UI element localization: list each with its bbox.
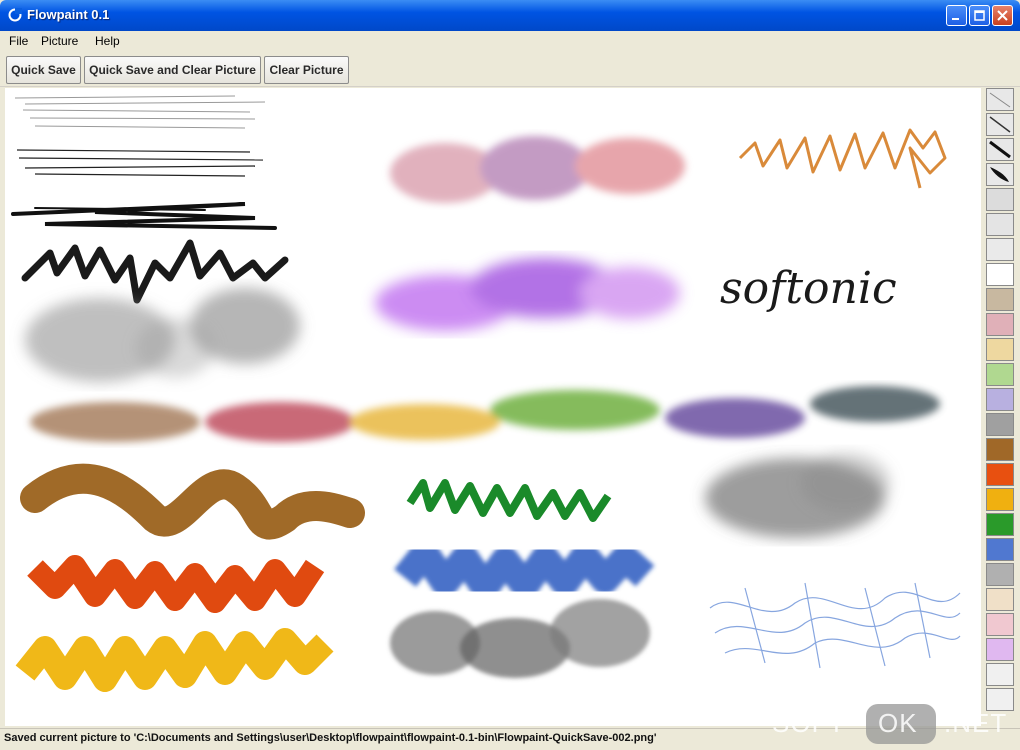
- blue-thread-stroke: [709, 582, 961, 669]
- red-orange-ribbon-stroke: [27, 555, 325, 613]
- fire-swatch[interactable]: [986, 463, 1014, 486]
- quick-save-clear-button[interactable]: Quick Save and Clear Picture: [84, 56, 261, 84]
- watermark-right: .NET: [944, 708, 1008, 738]
- silver-swatch[interactable]: [986, 238, 1014, 261]
- close-button[interactable]: [992, 5, 1013, 26]
- minimize-icon: [952, 18, 959, 20]
- gold-swatch[interactable]: [986, 488, 1014, 511]
- watermark-middle: OK: [878, 708, 918, 738]
- thin-gray-lines-stroke: [14, 95, 266, 129]
- tan-swatch[interactable]: [986, 288, 1014, 311]
- title-bar[interactable]: Flowpaint 0.1: [0, 0, 1020, 31]
- beige-brush-swatch[interactable]: [986, 588, 1014, 611]
- menu-bar: File Picture Help: [0, 31, 1020, 52]
- gray-smudge-stroke: [25, 288, 300, 382]
- clear-picture-button[interactable]: Clear Picture: [264, 56, 349, 84]
- quick-save-button[interactable]: Quick Save: [6, 56, 81, 84]
- lavender-swatch[interactable]: [986, 388, 1014, 411]
- pink-swatch[interactable]: [986, 313, 1014, 336]
- thin-pen-icon: [989, 92, 1011, 108]
- medium-pen-swatch[interactable]: [986, 113, 1014, 136]
- blue-swatch[interactable]: [986, 538, 1014, 561]
- gray-light-swatch[interactable]: [986, 188, 1014, 211]
- drawing-canvas[interactable]: softonic: [5, 88, 981, 726]
- green-zigzag-stroke: [406, 479, 612, 522]
- gray-swatch[interactable]: [986, 413, 1014, 436]
- pink-light-swatch[interactable]: [986, 613, 1014, 636]
- minimize-button[interactable]: [946, 5, 967, 26]
- leaf-pen-icon: [990, 167, 1009, 182]
- medium-pen-icon: [989, 116, 1011, 133]
- maximize-button[interactable]: [969, 5, 990, 26]
- orange-pencil-stroke: [738, 128, 947, 189]
- dark-smudge-stroke: [705, 453, 890, 538]
- toolbar: Quick Save Quick Save and Clear Picture …: [0, 52, 1020, 87]
- watermark-left: SOFT-: [772, 708, 854, 738]
- brush-palette: [984, 88, 1016, 726]
- thin-black-lines-stroke: [16, 149, 264, 177]
- violet-light-swatch[interactable]: [986, 638, 1014, 661]
- brown-wood-stroke: [20, 463, 365, 540]
- window-title: Flowpaint 0.1: [27, 7, 110, 22]
- flowpaint-icon: [8, 8, 22, 22]
- multicolor-chalk-stroke: [30, 386, 940, 442]
- maximize-icon: [974, 10, 985, 21]
- close-icon: [997, 10, 1008, 21]
- leaf-green-swatch[interactable]: [986, 513, 1014, 536]
- status-message: Saved current picture to 'C:\Documents a…: [4, 732, 657, 744]
- thick-pen-swatch[interactable]: [986, 138, 1014, 161]
- light-green-swatch[interactable]: [986, 363, 1014, 386]
- wood-swatch[interactable]: [986, 438, 1014, 461]
- leaf-pen-swatch[interactable]: [986, 163, 1014, 186]
- gray-ribbon-stroke: [390, 599, 650, 678]
- app-window: Flowpaint 0.1 File Picture Help Quick Sa…: [0, 0, 1020, 750]
- white-swatch[interactable]: [986, 263, 1014, 286]
- silver-texture-swatch[interactable]: [986, 563, 1014, 586]
- menu-file[interactable]: File: [9, 34, 28, 48]
- watermark: SOFT- OK .NET: [772, 704, 1012, 744]
- thick-pen-icon: [989, 140, 1011, 159]
- blue-ribbon-stroke: [394, 539, 655, 602]
- blank-swatch-a[interactable]: [986, 663, 1014, 686]
- canvas-drawing: softonic: [11, 95, 961, 692]
- menu-help[interactable]: Help: [95, 34, 120, 48]
- yellow-ribbon-stroke: [15, 628, 334, 692]
- menu-picture[interactable]: Picture: [41, 34, 78, 48]
- gray-lighter-swatch[interactable]: [986, 213, 1014, 236]
- cream-swatch[interactable]: [986, 338, 1014, 361]
- handwriting-text: softonic: [720, 263, 897, 314]
- thin-pen-swatch[interactable]: [986, 88, 1014, 111]
- violet-airbrush-stroke: [375, 258, 680, 331]
- pink-purple-crayon-stroke: [390, 136, 685, 203]
- black-marker-stroke: [11, 202, 277, 230]
